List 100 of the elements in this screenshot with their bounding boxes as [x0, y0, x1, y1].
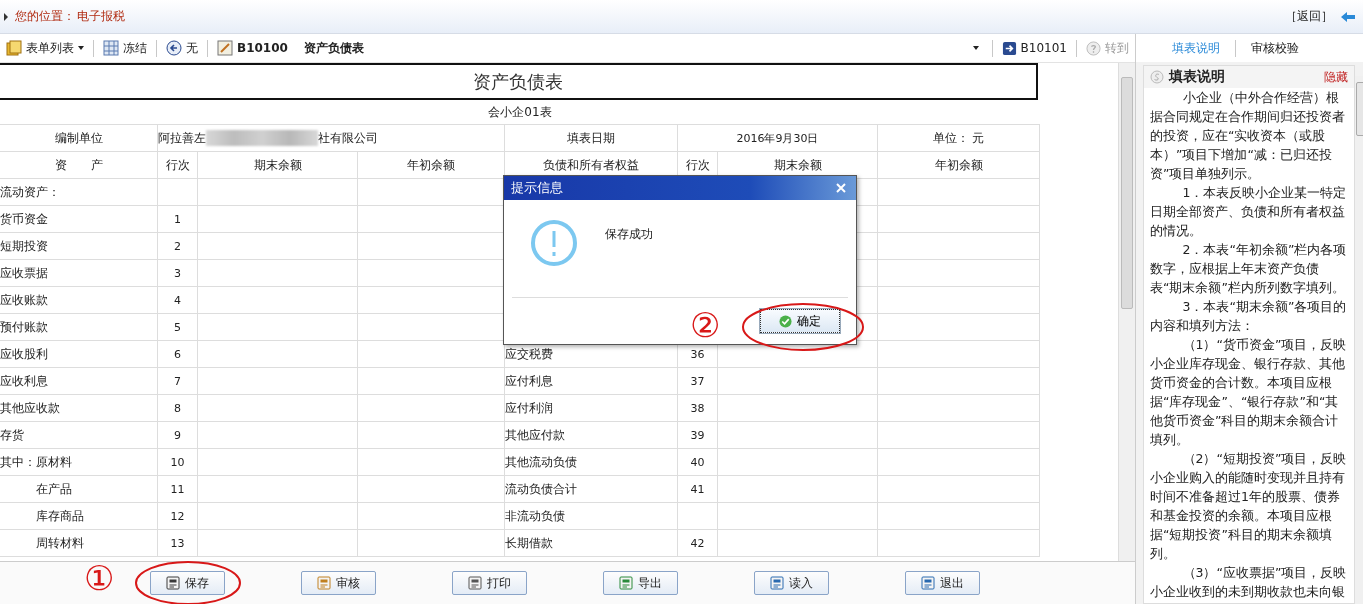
scrollbar[interactable]: [1118, 63, 1135, 561]
edit-form-icon: [217, 40, 233, 56]
ok-button[interactable]: 确定: [760, 309, 840, 333]
button-icon: [619, 576, 633, 590]
arrow-left-icon: [166, 40, 182, 56]
table-cell: 应收利息: [0, 368, 158, 395]
table-cell: 在产品: [0, 476, 158, 503]
table-cell: 1: [158, 206, 198, 233]
help-paragraph: 3．本表“期末余额”各项目的内容和填列方法：: [1150, 298, 1348, 335]
table-cell: 短期投资: [0, 233, 158, 260]
table-cell: 3: [158, 260, 198, 287]
toolbar-button[interactable]: B10100: [215, 40, 290, 56]
table-cell: 40: [678, 449, 718, 476]
table-cell: 12: [158, 503, 198, 530]
dropdown-caret-icon[interactable]: [972, 46, 979, 50]
table-cell: 其他应收款: [0, 395, 158, 422]
button-icon: [921, 576, 935, 590]
table-cell: 41: [678, 476, 718, 503]
table-cell: 库存商品: [0, 503, 158, 530]
form-code: 会小企01表: [488, 103, 552, 121]
back-link[interactable]: ［返回］: [1285, 8, 1333, 25]
table-cell: 应付利润: [505, 395, 678, 422]
help-icon: [1086, 40, 1101, 56]
table-cell: 流动资产：: [0, 179, 158, 206]
export-button[interactable]: 导出: [603, 571, 678, 595]
table-cell: 9: [158, 422, 198, 449]
next-form-button[interactable]: B10101: [999, 40, 1069, 56]
table-cell: 单位： 元: [878, 125, 1040, 152]
check-icon: [779, 314, 792, 328]
hide-link[interactable]: 隐藏: [1324, 68, 1348, 86]
arrow-left-icon[interactable]: [1341, 11, 1355, 22]
help-paragraph: （3）“应收票据”项目，反映小企业收到的未到期收款也未向银: [1150, 564, 1348, 601]
table-title: 资产负债表: [0, 63, 1038, 100]
print-button[interactable]: 打印: [452, 571, 527, 595]
table-cell: 6: [158, 341, 198, 368]
panel-tab[interactable]: 填表说明: [1166, 39, 1226, 57]
panel-title: 填表说明: [1169, 68, 1225, 86]
table-cell: 7: [158, 368, 198, 395]
save-button[interactable]: 保存: [150, 571, 225, 595]
table-cell: 11: [158, 476, 198, 503]
import-button[interactable]: 读入: [754, 571, 829, 595]
table-cell: 非流动负债: [505, 503, 678, 530]
table-cell: 39: [678, 422, 718, 449]
button-icon: [317, 576, 331, 590]
caret-icon: [4, 12, 8, 21]
dialog-message: 保存成功: [605, 226, 653, 243]
toolbar-button[interactable]: 表单列表: [4, 39, 86, 57]
help-paragraph: （2）“短期投资”项目，反映小企业购入的能随时变现并且持有时间不准备超过1年的股票、债券和基金投资的余额。本项目应根据“短期投资”科目的期末余额填列。: [1150, 450, 1348, 563]
table-cell: 4: [158, 287, 198, 314]
button-icon: [166, 576, 180, 590]
table-cell: [678, 503, 718, 530]
table-cell: 38: [678, 395, 718, 422]
table-cell: 应收股利: [0, 341, 158, 368]
column-header: 年初余额: [878, 152, 1040, 179]
help-paragraph: 1．本表反映小企业某一特定日期全部资产、负债和所有者权益的情况。: [1150, 184, 1348, 240]
table-cell: 阿拉善左 社有限公司: [158, 125, 505, 152]
table-cell: 存货: [0, 422, 158, 449]
table-cell: 其中：原材料: [0, 449, 158, 476]
arrow-right-icon: [1001, 40, 1017, 56]
location-label: 您的位置：: [15, 8, 75, 25]
location-value: 电子报税: [77, 8, 125, 25]
table-cell: 填表日期: [505, 125, 678, 152]
close-icon[interactable]: [836, 183, 846, 193]
button-icon: [468, 576, 482, 590]
table-cell: 42: [678, 530, 718, 557]
exit-button[interactable]: 退出: [905, 571, 980, 595]
audit-button[interactable]: 审核: [301, 571, 376, 595]
table-cell: 2: [158, 233, 198, 260]
table-cell: 应收账款: [0, 287, 158, 314]
help-paragraph: 小企业（中外合作经营）根据合同规定在合作期间归还投资者的投资，应在“实收资本（或股本）”项目下增加“减：已归还投资”项目单独列示。: [1150, 89, 1346, 183]
table-cell: 其他应付款: [505, 422, 678, 449]
panel-tab[interactable]: 审核校验: [1245, 39, 1305, 57]
help-paragraph: 2．本表“年初余额”栏内各项数字，应根据上年末资产负债表“期末余额”栏内所列数字填列。: [1150, 241, 1348, 297]
table-cell: 5: [158, 314, 198, 341]
table-cell: 2016年9月30日: [678, 125, 878, 152]
exclamation-icon: [529, 218, 579, 268]
toolbar-button[interactable]: 无: [164, 39, 200, 57]
column-header: 期末余额: [198, 152, 358, 179]
column-header: 行次: [158, 152, 198, 179]
toolbar-button[interactable]: 冻结: [101, 39, 149, 57]
table-cell: 编制单位: [0, 125, 158, 152]
step-number: ②: [690, 308, 721, 342]
form-title: 资产负债表: [303, 39, 364, 57]
step-number: ①: [84, 561, 115, 595]
table-cell: 应付利息: [505, 368, 678, 395]
dialog-title: 提示信息: [511, 179, 563, 197]
table-cell: 长期借款: [505, 530, 678, 557]
grid-icon: [103, 40, 119, 56]
button-icon: [770, 576, 784, 590]
logo-icon: [1150, 70, 1164, 84]
table-cell: 13: [158, 530, 198, 557]
column-header: 年初余额: [358, 152, 505, 179]
folder-icon: [6, 40, 22, 56]
table-cell: 其他流动负债: [505, 449, 678, 476]
table-cell: 8: [158, 395, 198, 422]
table-cell: 流动负债合计: [505, 476, 678, 503]
help-paragraph: （1）“货币资金”项目，反映小企业库存现金、银行存款、其他货币资金的合计数。本项目应根据“库存现金”、“银行存款”和“其他货币资金”科目的期末余额合计填列。: [1150, 336, 1348, 449]
table-cell: 37: [678, 368, 718, 395]
table-cell: 10: [158, 449, 198, 476]
table-cell: 货币资金: [0, 206, 158, 233]
